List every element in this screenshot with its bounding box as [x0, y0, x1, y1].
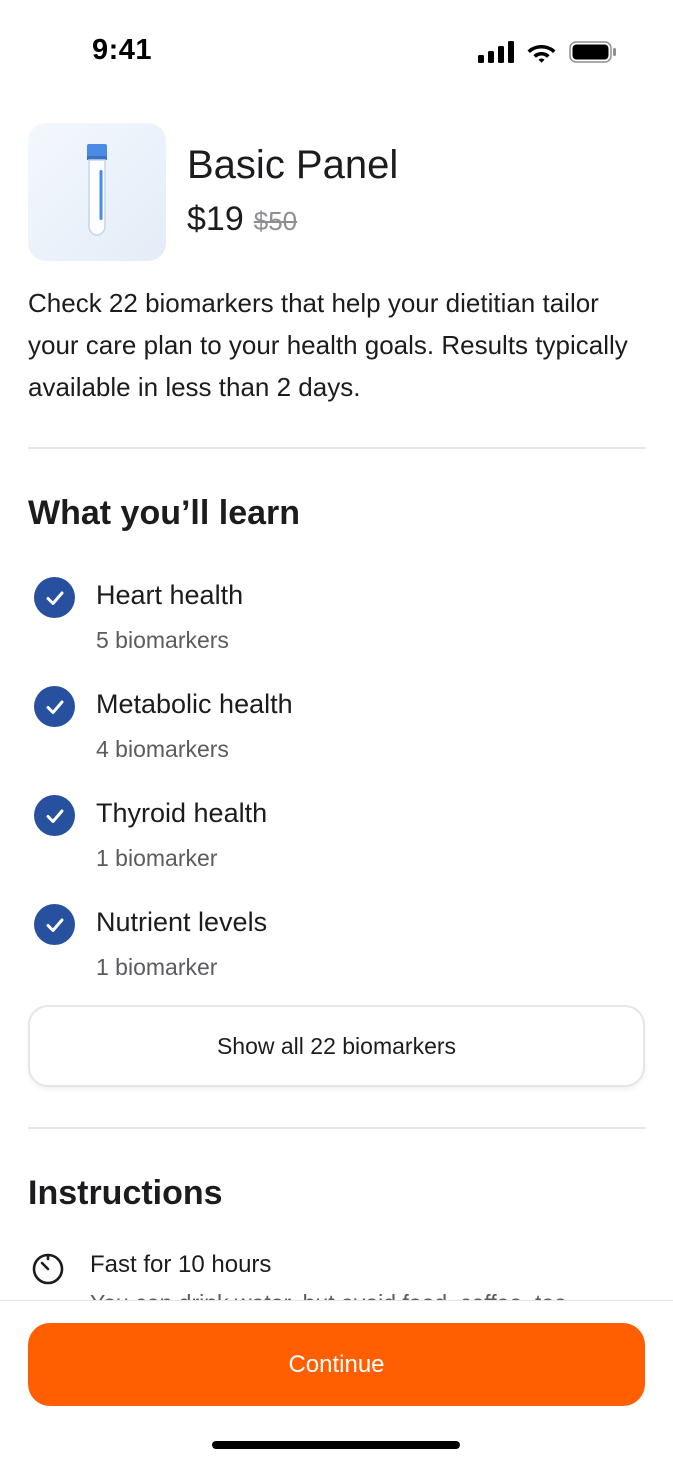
timer-icon	[32, 1253, 64, 1285]
cellular-signal-icon	[478, 41, 514, 63]
check-circle-icon	[34, 686, 75, 727]
check-circle-icon	[34, 904, 75, 945]
status-bar: 9:41	[0, 0, 673, 100]
product-description: Check 22 biomarkers that help your dieti…	[28, 288, 628, 402]
instructions-section-title: Instructions	[28, 1174, 223, 1212]
wifi-icon	[527, 45, 556, 63]
divider	[28, 447, 645, 449]
check-circle-icon	[34, 795, 75, 836]
learn-item-name: Nutrient levels	[96, 907, 268, 937]
price-row: $19 $50	[187, 200, 297, 239]
learn-item-name: Heart health	[96, 580, 244, 610]
status-icons	[478, 40, 617, 64]
product-image	[28, 123, 166, 261]
show-all-biomarkers-button[interactable]: Show all 22 biomarkers	[28, 1005, 645, 1087]
learn-item-count: 1 biomarker	[96, 954, 218, 980]
learn-item-count: 1 biomarker	[96, 845, 218, 871]
learn-item-nutrient: Nutrient levels 1 biomarker	[0, 895, 673, 995]
learn-item-name: Thyroid health	[96, 798, 268, 828]
battery-icon	[569, 41, 616, 63]
test-tube-icon	[87, 144, 107, 236]
learn-item-count: 4 biomarkers	[96, 736, 229, 762]
divider	[28, 1127, 645, 1129]
learn-section-title: What you’ll learn	[28, 494, 301, 532]
learn-item-heart: Heart health 5 biomarkers	[0, 568, 673, 668]
bottom-bar: Continue	[0, 1300, 673, 1462]
home-indicator	[212, 1441, 460, 1449]
instruction-title: Fast for 10 hours	[90, 1251, 272, 1278]
price-original: $50	[253, 206, 298, 236]
screen: 9:41 Basic Panel $19 $50 Check 22 biomar…	[0, 0, 673, 1462]
learn-item-name: Metabolic health	[96, 689, 293, 719]
learn-item-count: 5 biomarkers	[96, 627, 229, 653]
product-title: Basic Panel	[187, 143, 399, 187]
status-time: 9:41	[92, 34, 153, 66]
price-current: $19	[187, 200, 244, 238]
learn-item-metabolic: Metabolic health 4 biomarkers	[0, 677, 673, 777]
learn-item-thyroid: Thyroid health 1 biomarker	[0, 786, 673, 886]
continue-button[interactable]: Continue	[28, 1323, 645, 1406]
check-circle-icon	[34, 577, 75, 618]
